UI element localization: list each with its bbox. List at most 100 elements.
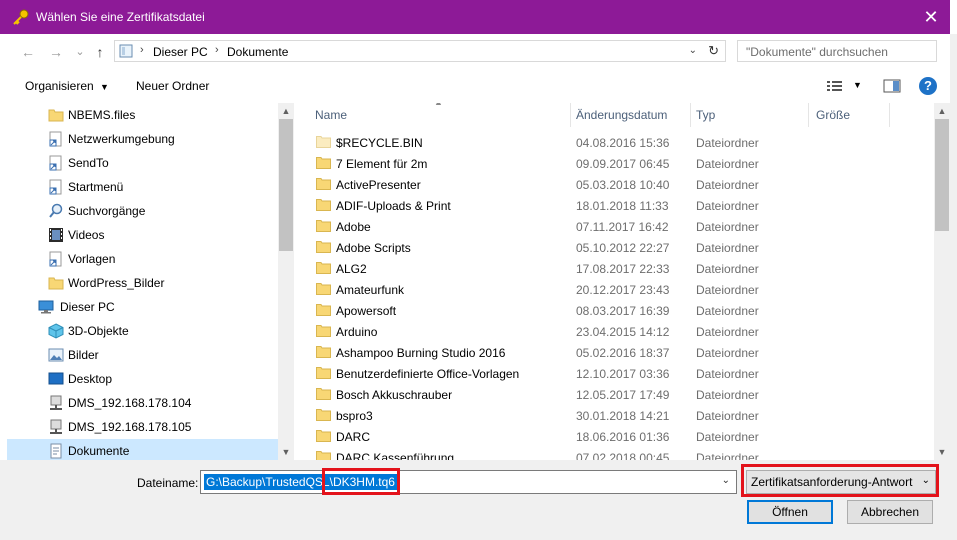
network-drive-icon (50, 419, 62, 434)
sidebar-item-desktop[interactable]: Desktop (7, 367, 278, 391)
file-row[interactable]: Apowersoft 08.03.2017 16:39 Dateiordner (306, 301, 936, 322)
documents-icon (50, 443, 62, 459)
sidebar-item-dieser-pc[interactable]: Dieser PC (7, 295, 278, 319)
forward-arrow-icon[interactable]: → (48, 44, 64, 60)
file-row[interactable]: Arduino 23.04.2015 14:12 Dateiordner (306, 322, 936, 343)
file-date: 18.06.2016 01:36 (576, 430, 670, 444)
folder-icon (316, 241, 331, 253)
sidebar-item-dokumente[interactable]: Dokumente (7, 439, 278, 460)
folder-icon (316, 325, 331, 337)
sidebar-item-startmenu[interactable]: Startmenü (7, 175, 278, 199)
close-button[interactable]: ✕ (918, 4, 944, 30)
file-date: 05.10.2012 22:27 (576, 241, 670, 255)
scroll-up-icon[interactable]: ▲ (278, 106, 294, 116)
file-row[interactable]: Bosch Akkuschrauber 12.05.2017 17:49 Datei… (306, 385, 936, 406)
file-row[interactable]: DARC 18.06.2016 01:36 Dateiordner (306, 427, 936, 448)
folder-icon (316, 136, 331, 148)
scroll-up-icon[interactable]: ▲ (934, 106, 950, 116)
background-window-edge (950, 0, 957, 540)
sidebar-item-bilder[interactable]: Bilder (7, 343, 278, 367)
file-row[interactable]: Benutzerdefinierte Office-Vorlagen 12.10.… (306, 364, 936, 385)
address-dropdown-icon[interactable]: ⌄ (689, 45, 697, 56)
file-name: DARC (336, 430, 371, 444)
view-dropdown-icon[interactable]: ▼ (853, 80, 862, 90)
sidebar-item-wordpress-bilder[interactable]: WordPress_Bilder (7, 271, 278, 295)
view-options-icon[interactable] (826, 78, 846, 94)
cancel-button[interactable]: Abbrechen (847, 500, 933, 524)
sidebar-item-suchvorgaenge[interactable]: Suchvorgänge (7, 199, 278, 223)
file-row[interactable]: $RECYCLE.BIN 04.08.2016 15:36 Dateiordner (306, 133, 936, 154)
search-input[interactable]: "Dokumente" durchsuchen (737, 40, 937, 62)
folder-icon (316, 367, 331, 379)
file-row[interactable]: ActivePresenter 05.03.2018 10:40 Dateiordn… (306, 175, 936, 196)
new-folder-button[interactable]: Neuer Ordner (136, 79, 209, 93)
file-name: bspro3 (336, 409, 373, 423)
sidebar-item-label: DMS_192.168.178.105 (68, 420, 192, 434)
shortcut-icon (49, 131, 62, 147)
breadcrumb-dieser-pc[interactable]: Dieser PC (153, 45, 208, 59)
sidebar-item-sendto[interactable]: SendTo (7, 151, 278, 175)
address-bar[interactable]: › Dieser PC › Dokumente ⌄ ↻ (114, 40, 726, 62)
column-header-date[interactable]: Änderungsdatum (571, 103, 690, 127)
file-date: 20.12.2017 23:43 (576, 283, 670, 297)
file-type: Dateiordner (696, 451, 759, 460)
sidebar-item-videos[interactable]: Videos (7, 223, 278, 247)
recent-locations-icon[interactable]: ⌄ (72, 44, 88, 60)
file-name: ADIF-Uploads & Print (336, 199, 451, 213)
column-header-type[interactable]: Typ (691, 103, 808, 127)
file-name: $RECYCLE.BIN (336, 136, 423, 150)
file-row[interactable]: ADIF-Uploads & Print 18.01.2018 11:33 Date… (306, 196, 936, 217)
sidebar-item-3d-objekte[interactable]: 3D-Objekte (7, 319, 278, 343)
folder-icon (316, 199, 331, 211)
file-date: 08.03.2017 16:39 (576, 304, 670, 318)
scroll-down-icon[interactable]: ▼ (278, 447, 294, 457)
file-list-scroll-thumb[interactable] (935, 119, 949, 231)
sidebar-item-label: Bilder (68, 348, 99, 362)
sidebar-scrollbar[interactable]: ▲ ▼ (278, 103, 294, 460)
back-arrow-icon[interactable]: ← (20, 44, 36, 60)
scroll-down-icon[interactable]: ▼ (934, 447, 950, 457)
sidebar-item-label: Startmenü (68, 180, 124, 194)
file-name: DARC Kassenführung (336, 451, 455, 460)
column-header-name[interactable]: Name (306, 103, 570, 127)
sidebar-item-label: Suchvorgänge (68, 204, 146, 218)
up-arrow-icon[interactable]: ↑ (92, 44, 108, 60)
sidebar-scroll-thumb[interactable] (279, 119, 293, 251)
sidebar-item-label: 3D-Objekte (68, 324, 129, 338)
key-icon (13, 9, 29, 25)
file-row[interactable]: 7 Element für 2m 09.09.2017 06:45 Dateiord… (306, 154, 936, 175)
breadcrumb-chevron-icon: › (215, 44, 219, 56)
sidebar-item-label: WordPress_Bilder (68, 276, 165, 290)
sidebar-item-vorlagen[interactable]: Vorlagen (7, 247, 278, 271)
sidebar-item-nbems-files[interactable]: NBEMS.files (7, 103, 278, 127)
help-icon[interactable]: ? (919, 77, 937, 95)
sidebar-item-netzwerkumgebung[interactable]: Netzwerkumgebung (7, 127, 278, 151)
file-row[interactable]: Adobe Scripts 05.10.2012 22:27 Dateiordner (306, 238, 936, 259)
folder-icon (48, 109, 64, 122)
sidebar-item-label: Desktop (68, 372, 113, 386)
file-list-scrollbar[interactable]: ▲ ▼ (934, 103, 950, 460)
open-button[interactable]: Öffnen (747, 500, 833, 524)
sidebar-item-dms-105[interactable]: DMS_192.168.178.105 (7, 415, 278, 439)
file-row[interactable]: bspro3 30.01.2018 14:21 Dateiordner (306, 406, 936, 427)
file-name: Apowersoft (336, 304, 397, 318)
file-row[interactable]: Amateurfunk 20.12.2017 23:43 Dateiordner (306, 280, 936, 301)
file-date: 12.05.2017 17:49 (576, 388, 670, 402)
folder-icon (316, 388, 331, 400)
file-date: 05.02.2016 18:37 (576, 346, 670, 360)
chevron-down-icon[interactable]: ⌄ (722, 475, 730, 486)
column-divider[interactable] (889, 103, 890, 127)
preview-pane-icon[interactable] (882, 78, 902, 94)
breadcrumb-dokumente[interactable]: Dokumente (227, 45, 288, 59)
file-row[interactable]: ALG2 17.08.2017 22:33 Dateiordner (306, 259, 936, 280)
file-date: 23.04.2015 14:12 (576, 325, 670, 339)
refresh-icon[interactable]: ↻ (708, 43, 719, 59)
file-row[interactable]: DARC Kassenführung 07.02.2018 00:45 Dateio… (306, 448, 936, 460)
filename-input[interactable]: G:\Backup\TrustedQSL\DK3HM.tq6 ⌄ (200, 470, 737, 494)
file-row[interactable]: Ashampoo Burning Studio 2016 05.02.2016 1… (306, 343, 936, 364)
column-header-size[interactable]: Größe (809, 103, 889, 127)
file-row[interactable]: Adobe 07.11.2017 16:42 Dateiordner (306, 217, 936, 238)
organize-button[interactable]: Organisieren ▼ (25, 79, 109, 93)
sidebar-item-dms-104[interactable]: DMS_192.168.178.104 (7, 391, 278, 415)
filename-label: Dateiname: (137, 476, 199, 490)
